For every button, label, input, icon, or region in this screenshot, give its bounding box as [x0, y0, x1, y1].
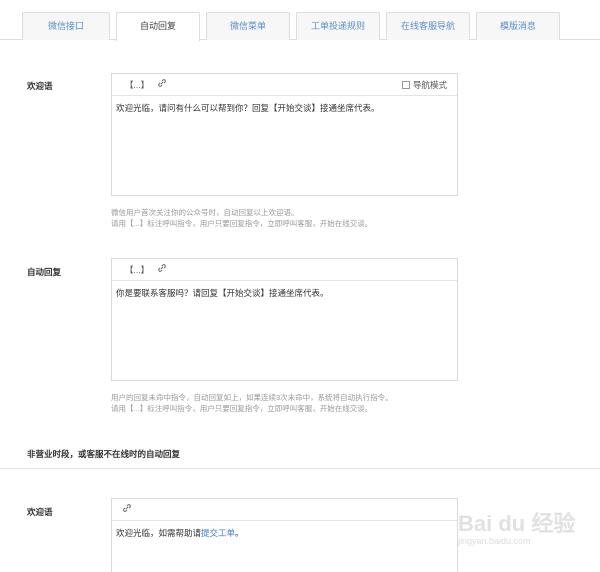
offhours-section-title: 非营业时段，或客服不在线时的自动回复: [27, 449, 181, 459]
insert-command-button[interactable]: 【...】: [125, 264, 149, 276]
offhours-content-suffix: 。: [235, 528, 244, 538]
offhours-editor[interactable]: 欢迎光临，如需帮助请提交工单。: [111, 498, 458, 572]
tab-wechat-menu[interactable]: 微信菜单: [206, 12, 290, 40]
auto-reply-label: 自动回复: [27, 267, 62, 277]
section-divider: [0, 468, 600, 469]
auto-reply-editor[interactable]: 【...】 你是要联系客服吗？请回复【开始交谈】接通坐席代表。: [111, 258, 458, 381]
auto-reply-help-line1: 用户的回复未命中指令，自动回复如上，如果连续3次未命中，系统将自动执行指令。: [111, 393, 393, 402]
link-icon[interactable]: [122, 503, 132, 515]
welcome-content[interactable]: 欢迎光临，请问有什么可以帮到你？回复【开始交谈】接通坐席代表。: [112, 96, 457, 120]
offhours-welcome-label: 欢迎语: [27, 507, 53, 517]
tab-ticket-rules[interactable]: 工单投递规则: [296, 12, 380, 40]
welcome-label: 欢迎语: [27, 81, 53, 91]
tab-online-service-nav[interactable]: 在线客服导航: [386, 12, 470, 40]
tab-bar: 微信接口 自动回复 微信菜单 工单投递规则 在线客服导航 模版消息: [0, 0, 600, 41]
welcome-help-line1: 微信用户首次关注你的公众号时，自动回复以上欢迎语。: [111, 208, 299, 217]
link-icon[interactable]: [157, 78, 167, 90]
watermark-url: jingyan.baidu.com: [458, 536, 531, 546]
baidu-jingyan-watermark: Bai du 经验 jingyan.baidu.com: [458, 506, 598, 566]
welcome-help: 微信用户首次关注你的公众号时，自动回复以上欢迎语。 请用【...】标注呼叫指令，…: [111, 207, 372, 229]
welcome-help-line2: 请用【...】标注呼叫指令，用户只要回复指令，立即呼叫客服，开始在线交谈。: [111, 219, 373, 228]
link-icon[interactable]: [157, 263, 167, 275]
tab-template-message[interactable]: 模版消息: [476, 12, 560, 40]
nav-mode-checkbox[interactable]: [401, 81, 410, 89]
auto-reply-content[interactable]: 你是要联系客服吗？请回复【开始交谈】接通坐席代表。: [112, 281, 457, 305]
nav-mode-label: 导航模式: [412, 80, 447, 90]
tab-auto-reply[interactable]: 自动回复: [116, 12, 200, 41]
submit-ticket-link[interactable]: 提交工单: [201, 528, 235, 538]
offhours-toolbar: [112, 499, 457, 521]
auto-reply-toolbar: 【...】: [112, 259, 457, 281]
welcome-editor[interactable]: 【...】 导航模式 欢迎光临，请问有什么可以帮到你？回复【开始交谈】接通坐席代…: [111, 73, 458, 196]
insert-command-button[interactable]: 【...】: [125, 79, 149, 91]
auto-reply-help-line2: 请用【...】标注呼叫指令，用户只要回复指令，立即呼叫客服，开始在线交谈。: [111, 404, 373, 413]
offhours-content-prefix: 欢迎光临，如需帮助请: [116, 528, 202, 538]
auto-reply-help: 用户的回复未命中指令，自动回复如上，如果连续3次未命中，系统将自动执行指令。 请…: [111, 392, 393, 414]
nav-mode-toggle[interactable]: 导航模式: [401, 79, 447, 91]
tab-wechat-interface[interactable]: 微信接口: [22, 12, 110, 40]
offhours-content[interactable]: 欢迎光临，如需帮助请提交工单。: [112, 521, 457, 545]
watermark-logo: Bai du 经验: [458, 511, 576, 536]
welcome-toolbar: 【...】 导航模式: [112, 74, 457, 96]
